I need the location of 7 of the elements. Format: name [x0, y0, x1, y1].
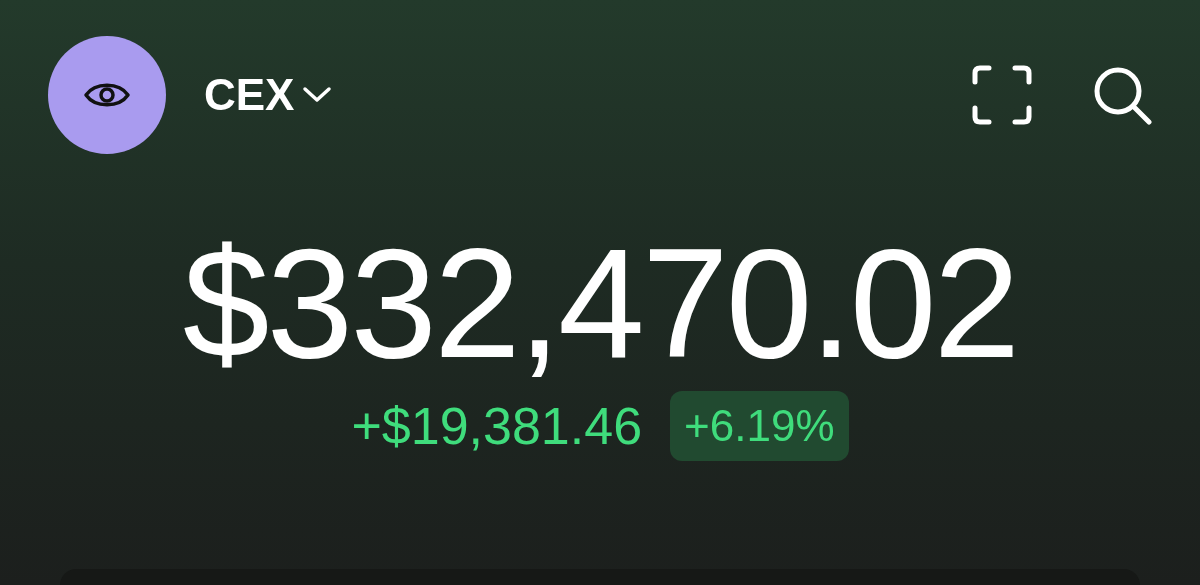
change-amount: +$19,381.46	[351, 396, 643, 456]
account-selector[interactable]: CEX	[204, 70, 333, 120]
chevron-down-icon	[302, 86, 333, 104]
balance-amount: $332,470.02	[182, 223, 1018, 383]
change-percent: +6.19%	[670, 391, 849, 461]
search-icon[interactable]	[1092, 65, 1152, 125]
scan-icon[interactable]	[972, 65, 1032, 125]
